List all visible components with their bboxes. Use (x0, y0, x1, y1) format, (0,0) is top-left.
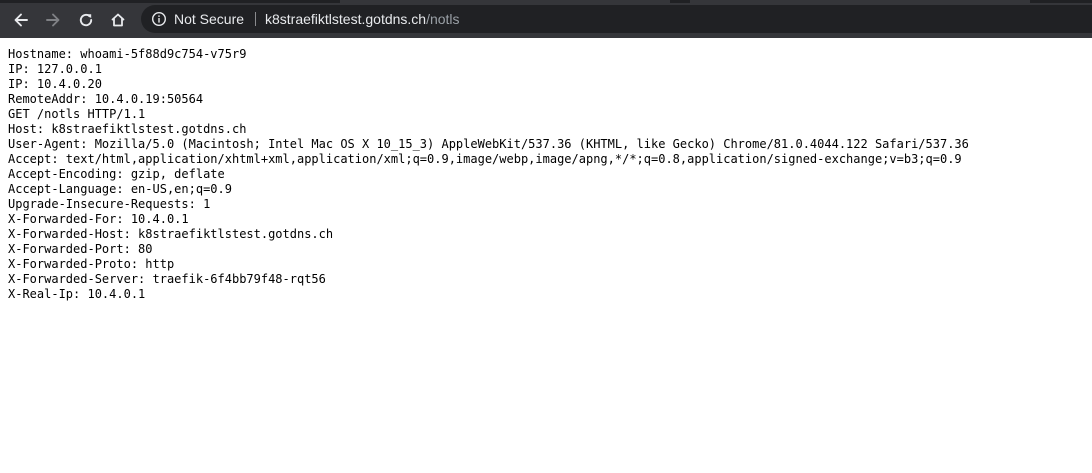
tab-strip (0, 0, 1092, 3)
reload-icon (79, 13, 93, 27)
url-path: /notls (426, 11, 460, 27)
home-button[interactable] (105, 7, 131, 33)
text-line: RemoteAddr: 10.4.0.19:50564 (8, 92, 204, 106)
url-host: k8straefiktlstest.gotdns.ch (265, 11, 427, 27)
tab-edge (690, 0, 1030, 3)
text-line: Accept-Language: en-US,en;q=0.9 (8, 182, 232, 196)
text-line: X-Forwarded-Proto: http (8, 257, 175, 271)
security-status-label[interactable]: Not Secure (174, 11, 244, 27)
tab-edge (340, 0, 670, 3)
omnibox-divider (255, 12, 256, 26)
address-bar[interactable]: Not Secure k8straefiktlstest.gotdns.ch/n… (141, 5, 1092, 33)
text-line: User-Agent: Mozilla/5.0 (Macintosh; Inte… (8, 137, 969, 151)
browser-toolbar: Not Secure k8straefiktlstest.gotdns.ch/n… (0, 0, 1092, 38)
reload-button[interactable] (73, 7, 99, 33)
text-line: Accept-Encoding: gzip, deflate (8, 167, 225, 181)
text-line: Upgrade-Insecure-Requests: 1 (8, 197, 211, 211)
text-line: X-Forwarded-Port: 80 (8, 242, 153, 256)
text-line: IP: 10.4.0.20 (8, 77, 102, 91)
text-line: Host: k8straefiktlstest.gotdns.ch (8, 122, 247, 136)
text-line: X-Real-Ip: 10.4.0.1 (8, 287, 146, 301)
back-button[interactable] (8, 7, 34, 33)
text-line: X-Forwarded-For: 10.4.0.1 (8, 212, 189, 226)
text-line: IP: 127.0.0.1 (8, 62, 102, 76)
forward-button[interactable] (40, 7, 66, 33)
text-line: Accept: text/html,application/xhtml+xml,… (8, 152, 962, 166)
info-icon[interactable] (151, 11, 167, 27)
page-body-text: Hostname: whoami-5f88d9c754-v75r9 IP: 12… (8, 47, 969, 302)
url-text[interactable]: k8straefiktlstest.gotdns.ch/notls (265, 11, 460, 27)
text-line: X-Forwarded-Server: traefik-6f4bb79f48-r… (8, 272, 326, 286)
forward-arrow-icon (46, 13, 60, 27)
text-line: GET /notls HTTP/1.1 (8, 107, 146, 121)
text-line: X-Forwarded-Host: k8straefiktlstest.gotd… (8, 227, 334, 241)
home-icon (111, 13, 125, 27)
back-arrow-icon (14, 13, 28, 27)
text-line: Hostname: whoami-5f88d9c754-v75r9 (8, 47, 247, 61)
